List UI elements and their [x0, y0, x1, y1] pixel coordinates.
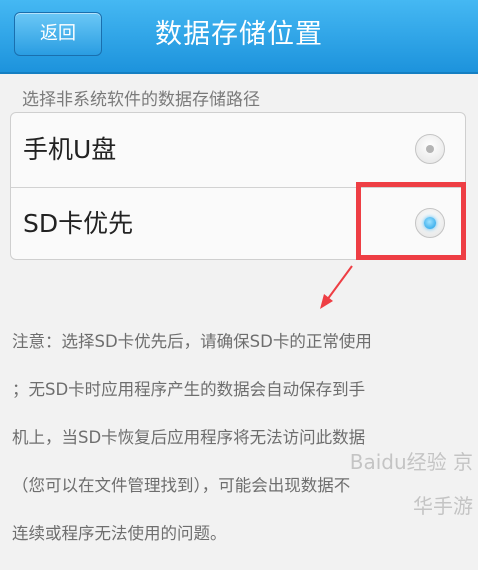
- watermark: Baidu经验 京华手游: [349, 450, 473, 518]
- annotation-highlight-box: [356, 182, 466, 260]
- option-phone-udisk[interactable]: 手机U盘: [11, 113, 465, 188]
- page-title: 数据存储位置: [155, 19, 323, 50]
- radio-dot-icon: [426, 145, 434, 153]
- radio-button-phone-udisk[interactable]: [415, 134, 445, 164]
- option-label: 手机U盘: [23, 135, 117, 164]
- note-line: 连续或程序无法使用的问题。: [12, 524, 227, 543]
- note-text: 注意：选择SD卡优先后，请确保SD卡的正常使用 ；无SD卡时应用程序产生的数据会…: [12, 306, 468, 570]
- note-line: 注意：选择SD卡优先后，请确保SD卡的正常使用: [12, 332, 372, 351]
- title-bar: 返回 数据存储位置: [0, 0, 478, 74]
- section-label: 选择非系统软件的数据存储路径: [22, 90, 260, 110]
- option-label: SD卡优先: [23, 209, 134, 238]
- note-line: ；无SD卡时应用程序产生的数据会自动保存到手: [12, 380, 366, 399]
